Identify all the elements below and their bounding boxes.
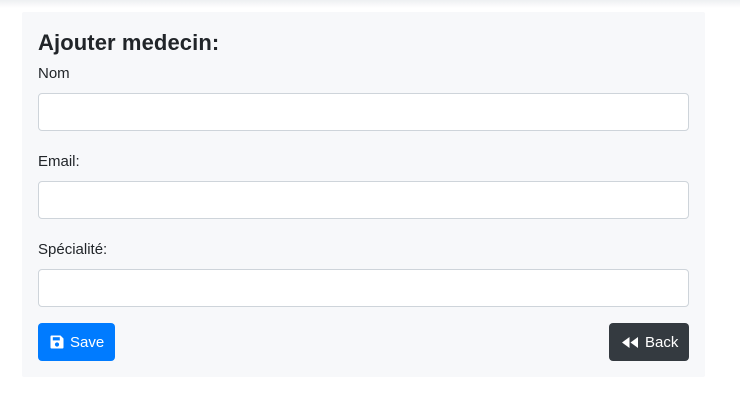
save-button-label: Save [70,333,105,351]
speciality-input[interactable] [38,269,689,308]
save-button[interactable]: Save [38,323,115,362]
email-input[interactable] [38,181,689,220]
name-label: Nom [38,65,70,83]
add-doctor-form: Ajouter medecin: Nom Email: Spécialité: … [22,12,705,377]
back-button[interactable]: Back [609,323,689,362]
page-title: Ajouter medecin: [38,30,220,55]
backward-icon [621,336,639,349]
name-input[interactable] [38,93,689,132]
form-actions: Save Back [38,323,689,362]
back-button-label: Back [645,333,679,351]
email-label: Email: [38,153,80,171]
top-bar-shadow [0,0,740,8]
speciality-label: Spécialité: [38,241,108,259]
floppy-disk-icon [50,335,64,349]
